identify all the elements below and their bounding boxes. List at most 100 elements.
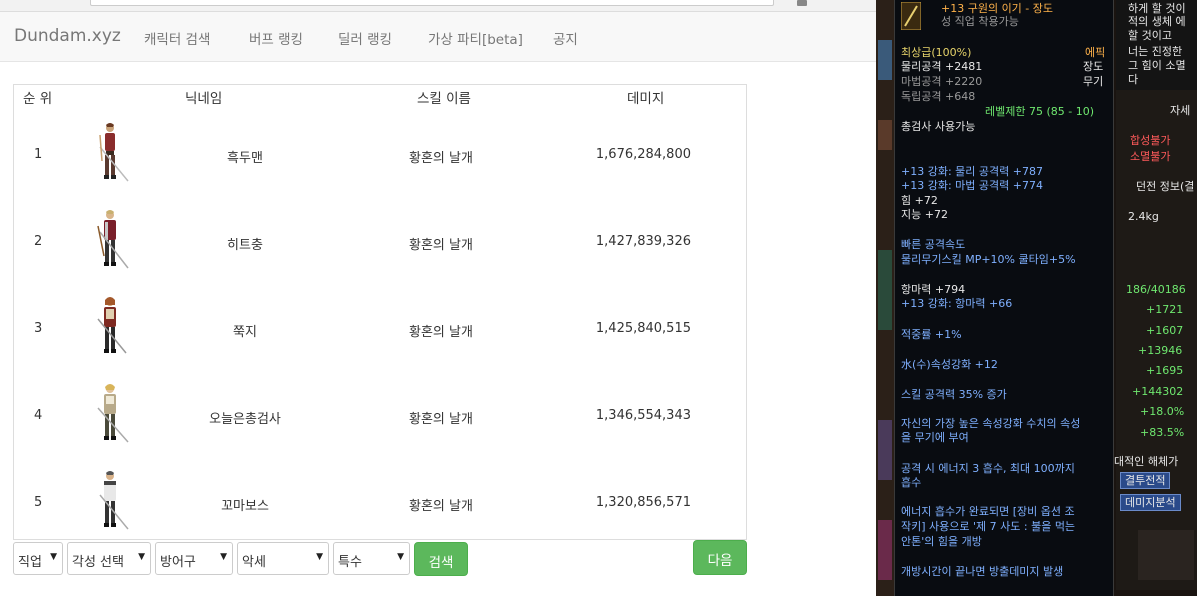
brand-link[interactable]: Dundam.xyz <box>14 26 121 46</box>
table-row[interactable]: 3 쭉지 황혼의 날개 1,425,840,515 <box>14 291 746 378</box>
dropdown-arrow-icon: ▼ <box>316 552 323 562</box>
rank-cell: 3 <box>34 321 43 336</box>
mag-attack: 마법공격 +2220 <box>901 75 983 88</box>
nav-character-search[interactable]: 캐릭터 검색 <box>144 28 210 48</box>
dropdown-arrow-icon: ▼ <box>138 552 145 562</box>
skill-cell: 황혼의 날개 <box>409 412 473 427</box>
energy-desc-5: 안톤'의 힘을 개방 <box>901 535 982 548</box>
nickname-cell[interactable]: 쭉지 <box>155 321 335 340</box>
job-select[interactable]: 직업 ▼ <box>13 542 63 575</box>
character-avatar <box>97 210 129 269</box>
skill-mp: 물리무기스킬 MP+10% 쿨타임+5% <box>901 253 1076 266</box>
duel-record-button[interactable]: 결투전적 <box>1120 472 1171 489</box>
table-row[interactable]: 5 꼬마보스 황혼의 날개 1,320,856,571 <box>14 465 746 552</box>
accessory-select-value: 악세 <box>242 555 266 570</box>
nickname-cell[interactable]: 흑두맨 <box>155 147 335 166</box>
nickname-cell[interactable]: 히트충 <box>155 234 335 253</box>
armor-select[interactable]: 방어구 ▼ <box>155 542 233 575</box>
table-row[interactable]: 2 히트충 황혼의 날개 1,427,839,326 <box>14 204 746 291</box>
stat-value: +1607 <box>1146 324 1184 337</box>
skill-cell: 황혼의 날개 <box>409 151 473 166</box>
header-damage: 데미지 <box>627 91 665 107</box>
stance-label: 자세 <box>1170 104 1191 117</box>
anti-magic-enhance: +13 강화: 항마력 +66 <box>901 297 1013 310</box>
skill-cell: 황혼의 날개 <box>409 238 473 253</box>
skill-cell: 황혼의 날개 <box>409 499 473 514</box>
enhance-phys: +13 강화: 물리 공격력 +787 <box>901 165 1043 178</box>
item-subtitle: 성 직업 착용가능 <box>941 15 1019 28</box>
energy-desc-1: 공격 시 에너지 3 흡수, 최대 100까지 <box>901 462 1075 475</box>
nav-notice[interactable]: 공지 <box>553 28 578 48</box>
lore-line-2: 적의 생체 에 <box>1128 15 1186 28</box>
next-button[interactable]: 다음 <box>693 540 747 575</box>
skill-attack: 스킬 공격력 35% 증가 <box>901 388 1007 401</box>
level-limit: 레벨제한 75 (85 - 10) <box>985 105 1095 118</box>
not-destroyable: 소멸불가 <box>1130 150 1171 163</box>
lore-line-6: 다 <box>1128 73 1139 86</box>
damage-cell: 1,425,840,515 <box>595 321 691 336</box>
special-select[interactable]: 특수 ▼ <box>333 542 410 575</box>
awakening-select[interactable]: 각성 선택 ▼ <box>67 542 151 575</box>
dundam-page: Dundam.xyz 캐릭터 검색 버프 랭킹 딜러 랭킹 가상 파티[beta… <box>0 0 876 596</box>
damage-cell: 1,320,856,571 <box>595 495 691 510</box>
stat-value: +1721 <box>1146 303 1184 316</box>
energy-desc-2: 흡수 <box>901 476 922 489</box>
usable-class: 총검사 사용가능 <box>901 120 976 133</box>
lore-line-5: 그 힘이 소멸 <box>1128 59 1186 72</box>
accessory-select[interactable]: 악세 ▼ <box>237 542 329 575</box>
search-button[interactable]: 검색 <box>414 542 468 576</box>
header-rank: 순 위 <box>23 91 53 107</box>
stat-value: +1695 <box>1146 364 1184 377</box>
table-row[interactable]: 4 오늘은총검사 황혼의 날개 1,346,554,343 <box>14 378 746 465</box>
item-rarity: 에픽 <box>1085 46 1106 59</box>
nav-virtual-party[interactable]: 가상 파티[beta] <box>428 28 523 48</box>
item-category: 무기 <box>1083 75 1104 88</box>
ranking-table: 순 위 닉네임 스킬 이름 데미지 1 흑두맨 황혼의 날개 1,676,284… <box>13 84 747 540</box>
ind-attack: 독립공격 +648 <box>901 90 976 103</box>
address-bar[interactable] <box>90 0 774 6</box>
dropdown-arrow-icon: ▼ <box>220 552 227 562</box>
navbar: Dundam.xyz 캐릭터 검색 버프 랭킹 딜러 랭킹 가상 파티[beta… <box>0 12 876 62</box>
stat-value: +18.0% <box>1140 405 1185 418</box>
header-nickname: 닉네임 <box>185 91 223 107</box>
header-skill: 스킬 이름 <box>417 91 471 107</box>
browser-top-strip <box>0 0 876 12</box>
item-grade: 최상급(100%) <box>901 46 972 59</box>
strength: 힘 +72 <box>901 194 938 207</box>
character-avatar <box>99 123 129 182</box>
damage-cell: 1,676,284,800 <box>595 147 691 162</box>
awakening-select-value: 각성 선택 <box>72 555 124 570</box>
rank-cell: 4 <box>34 408 43 423</box>
intelligence: 지능 +72 <box>901 208 948 221</box>
phys-attack: 물리공격 +2481 <box>901 60 983 73</box>
character-avatar <box>97 297 127 354</box>
dungeon-info[interactable]: 던전 정보(결 <box>1136 180 1194 193</box>
energy-desc-3: 에너지 흡수가 완료되면 [장비 옵션 조 <box>901 505 1075 518</box>
nav-buff-ranking[interactable]: 버프 랭킹 <box>249 28 303 48</box>
extension-icon[interactable] <box>797 0 807 6</box>
energy-desc-4: 작키] 사용으로 '제 7 사도 : 불을 먹는 <box>901 520 1076 533</box>
element-desc-2: 을 무기에 부여 <box>901 431 969 444</box>
special-select-value: 특수 <box>338 555 362 570</box>
lore-line-3: 할 것이고 <box>1128 29 1172 42</box>
skill-cell: 황혼의 날개 <box>409 325 473 340</box>
element-desc-1: 자신의 가장 높은 속성강화 수치의 속성 <box>901 417 1081 430</box>
anti-magic: 항마력 +794 <box>901 283 966 296</box>
nickname-cell[interactable]: 꼬마보스 <box>155 495 335 514</box>
not-combinable: 합성불가 <box>1130 134 1171 147</box>
nav-dealer-ranking[interactable]: 딜러 랭킹 <box>338 28 392 48</box>
hit-rate: 적중률 +1% <box>901 328 962 341</box>
damage-analysis-button[interactable]: 데미지분석 <box>1120 494 1181 511</box>
table-row[interactable]: 1 흑두맨 황혼의 날개 1,676,284,800 <box>14 117 746 204</box>
rank-cell: 5 <box>34 495 43 510</box>
weight-value: 2.4kg <box>1128 210 1159 223</box>
nickname-cell[interactable]: 오늘은총검사 <box>155 408 335 427</box>
enhance-mag: +13 강화: 마법 공격력 +774 <box>901 179 1043 192</box>
dropdown-arrow-icon: ▼ <box>50 552 57 562</box>
rank-cell: 1 <box>34 147 43 162</box>
character-avatar <box>99 471 129 530</box>
dismantler-label: 대적인 해체가 <box>1114 455 1179 468</box>
lore-line-4: 너는 진정한 <box>1128 45 1183 58</box>
job-select-value: 직업 <box>18 555 42 570</box>
character-avatar <box>97 384 129 443</box>
